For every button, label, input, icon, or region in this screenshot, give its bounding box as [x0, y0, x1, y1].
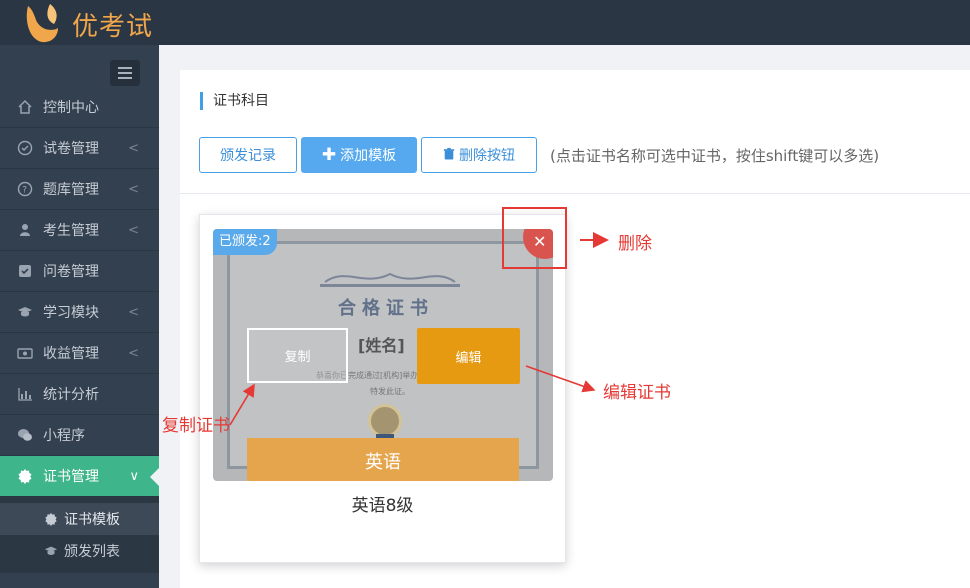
graduation-cap-icon: [44, 544, 58, 558]
issued-count-badge: 已颁发:2: [213, 229, 277, 255]
trash-icon: [443, 147, 455, 164]
wechat-icon: [16, 426, 34, 444]
button-label: 添加模板: [340, 148, 397, 164]
certificate-heading: 合格证书: [338, 298, 434, 319]
certificate-title[interactable]: 英语8级: [200, 491, 565, 516]
top-bar: 优考试: [0, 0, 970, 45]
sidebar-item-mini-program[interactable]: 小程序: [0, 415, 159, 456]
annotation-delete: 删除: [618, 234, 652, 254]
section-title: 证书科目: [200, 92, 269, 110]
copy-certificate-button[interactable]: 复制: [247, 328, 348, 383]
edit-certificate-button[interactable]: 编辑: [417, 328, 520, 384]
svg-text:?: ?: [22, 186, 27, 196]
check-circle-icon: [16, 139, 34, 157]
sidebar-menu: 控制中心 试卷管理 < ? 题库管理 < 考生管理 < 问卷管理 学习模块 <: [0, 87, 159, 573]
selection-hint: (点击证书名称可选中证书，按住shift键可以多选): [550, 147, 880, 165]
medal-icon: [368, 404, 402, 438]
sidebar: 控制中心 试卷管理 < ? 题库管理 < 考生管理 < 问卷管理 学习模块 <: [0, 45, 159, 588]
sidebar-item-label: 学习模块: [43, 305, 99, 321]
logo-icon: [26, 4, 58, 43]
sidebar-item-label: 问卷管理: [43, 264, 99, 280]
graduation-cap-icon: [16, 303, 34, 321]
sidebar-item-label: 试卷管理: [43, 141, 99, 157]
sidebar-toggle-button[interactable]: [110, 60, 140, 86]
sidebar-item-papers[interactable]: 试卷管理 <: [0, 128, 159, 169]
question-circle-icon: ?: [16, 180, 34, 198]
sidebar-item-label: 小程序: [43, 428, 85, 444]
certificates-submenu: 证书模板 颁发列表: [0, 497, 159, 573]
sidebar-item-certificates[interactable]: 证书管理 ∨: [0, 456, 159, 497]
sidebar-subitem-templates[interactable]: 证书模板: [0, 503, 159, 535]
sidebar-item-surveys[interactable]: 问卷管理: [0, 251, 159, 292]
annotation-copy-certificate: 复制证书: [162, 416, 230, 436]
bar-chart-icon: [16, 385, 34, 403]
button-label: 删除按钮: [459, 148, 515, 164]
add-template-button[interactable]: ✚ 添加模板: [301, 137, 417, 173]
sidebar-item-learning[interactable]: 学习模块 <: [0, 292, 159, 333]
sidebar-subitem-label: 证书模板: [64, 512, 120, 528]
chevron-left-icon: <: [128, 346, 139, 361]
chevron-left-icon: <: [128, 182, 139, 197]
user-icon: [16, 221, 34, 239]
checkbox-icon: [16, 262, 34, 280]
annotation-edit-certificate: 编辑证书: [603, 383, 671, 403]
sidebar-item-label: 控制中心: [43, 100, 99, 116]
button-label: 颁发记录: [220, 148, 276, 164]
button-label: 复制: [284, 350, 311, 365]
brand-name: 优考试: [72, 12, 154, 42]
sidebar-item-statistics[interactable]: 统计分析: [0, 374, 159, 415]
certificate-name-placeholder: [姓名]: [358, 336, 405, 355]
sidebar-item-label: 收益管理: [43, 346, 99, 362]
chevron-down-icon: ∨: [129, 469, 139, 484]
sidebar-item-label: 考生管理: [43, 223, 99, 239]
home-icon: [16, 98, 34, 116]
sidebar-subitem-issue-list[interactable]: 颁发列表: [0, 535, 159, 567]
sidebar-item-revenue[interactable]: 收益管理 <: [0, 333, 159, 374]
annotation-highlight-box: [502, 207, 567, 269]
sidebar-item-examinees[interactable]: 考生管理 <: [0, 210, 159, 251]
chevron-left-icon: <: [128, 141, 139, 156]
issue-record-button[interactable]: 颁发记录: [199, 137, 297, 173]
main-panel: 证书科目 颁发记录 ✚ 添加模板 删除按钮 (点击证书名称可选中证书，按住shi…: [180, 70, 970, 588]
sidebar-item-label: 证书管理: [43, 469, 99, 485]
button-label: 编辑: [455, 350, 482, 366]
sidebar-item-question-bank[interactable]: ? 题库管理 <: [0, 169, 159, 210]
certificate-body-text-2: 特发此证。: [370, 387, 410, 396]
chevron-left-icon: <: [128, 305, 139, 320]
sidebar-item-label: 统计分析: [43, 387, 99, 403]
chevron-left-icon: <: [128, 223, 139, 238]
hamburger-icon: [118, 67, 132, 69]
sidebar-item-dashboard[interactable]: 控制中心: [0, 87, 159, 128]
subject-label-bar: 英语: [247, 438, 519, 481]
sidebar-subitem-label: 颁发列表: [64, 544, 120, 560]
divider: [180, 193, 970, 194]
ornament-icon: [320, 272, 460, 287]
delete-button[interactable]: 删除按钮: [421, 137, 537, 173]
plus-icon: ✚: [321, 145, 337, 165]
money-icon: [16, 344, 34, 362]
certificate-icon: [44, 512, 58, 526]
certificate-icon: [16, 467, 34, 485]
sidebar-item-label: 题库管理: [43, 182, 99, 198]
